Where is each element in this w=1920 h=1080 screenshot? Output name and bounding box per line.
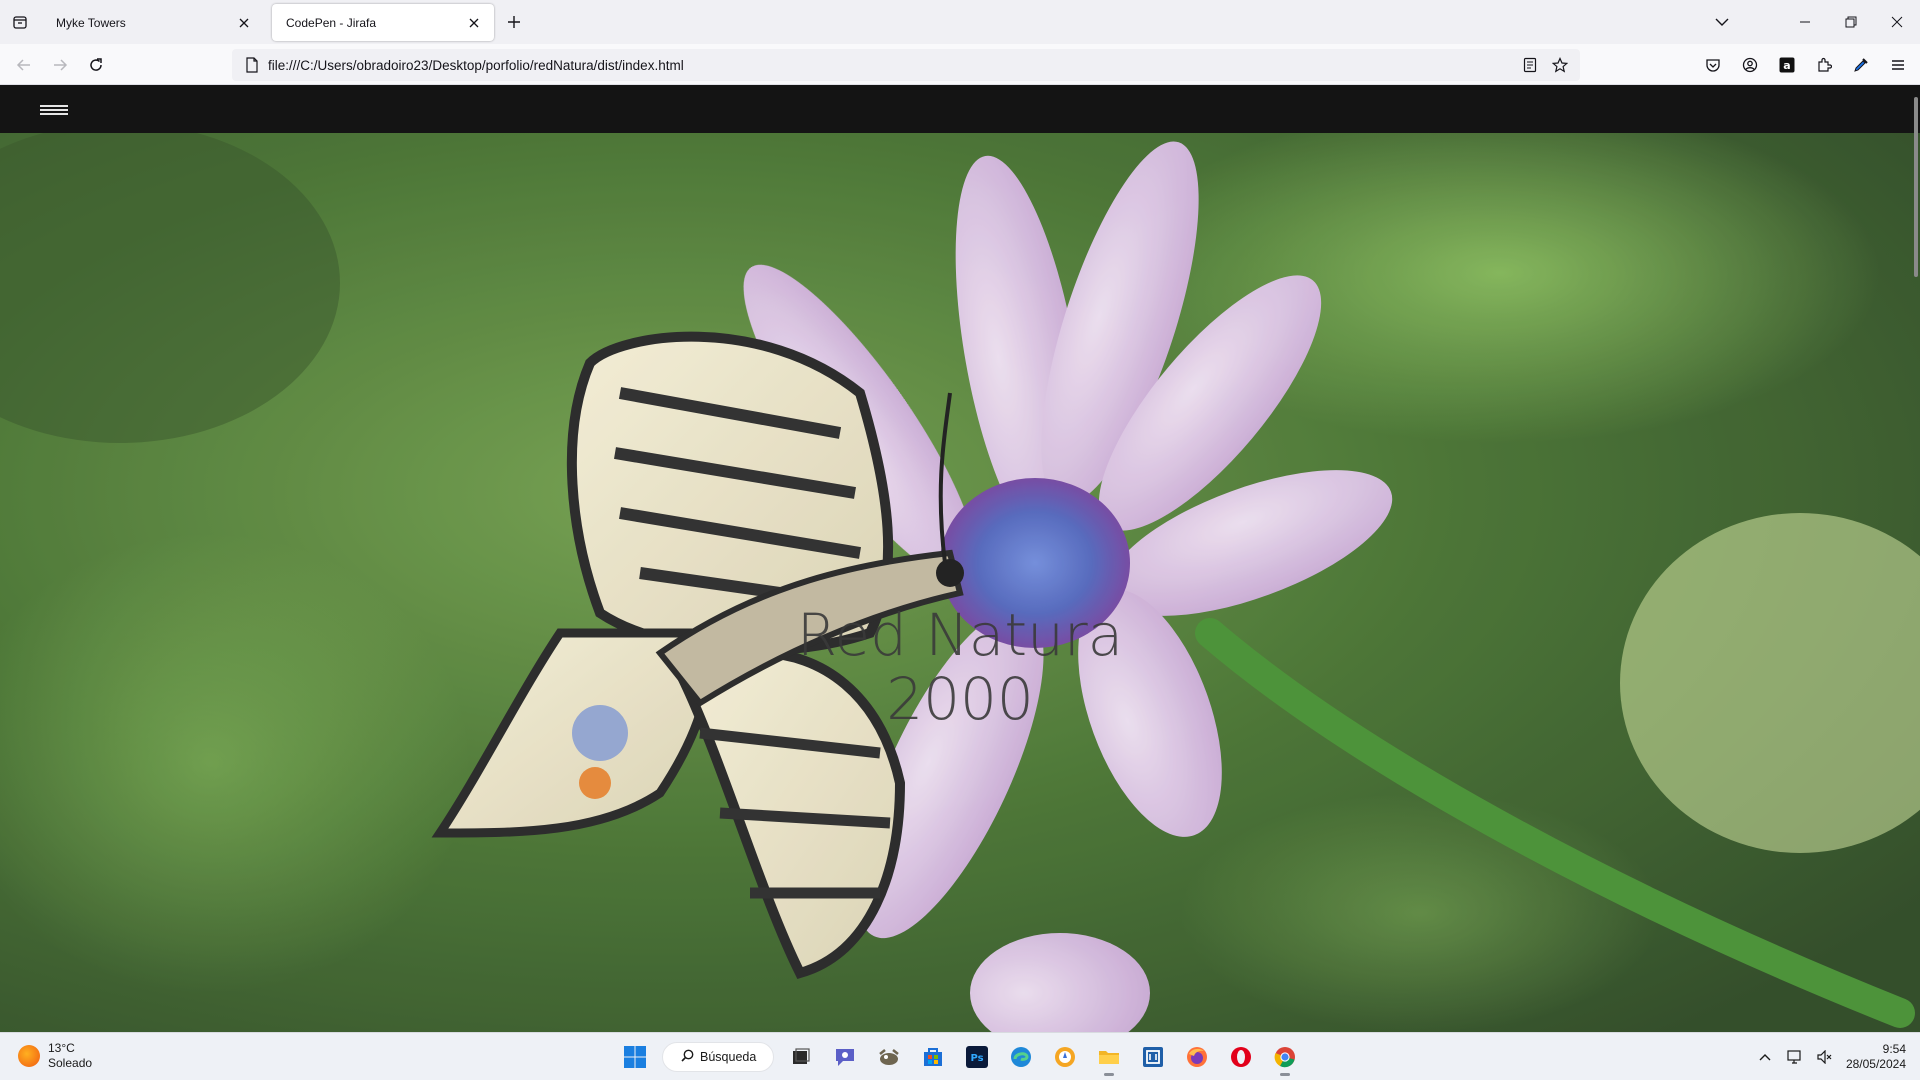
photoshop-icon[interactable]: Ps [960, 1040, 994, 1074]
app-icon[interactable] [1048, 1040, 1082, 1074]
window-controls [1782, 0, 1920, 44]
close-icon[interactable] [466, 15, 482, 31]
svg-text:a: a [1783, 59, 1790, 72]
task-view-icon[interactable] [784, 1040, 818, 1074]
menu-icon[interactable] [1879, 50, 1916, 80]
clock-date: 28/05/2024 [1845, 1057, 1906, 1071]
network-icon[interactable] [1786, 1048, 1804, 1066]
url-bar[interactable]: file:///C:/Users/obradoiro23/Desktop/por… [232, 49, 1580, 81]
back-icon[interactable] [10, 52, 38, 78]
chevron-up-icon[interactable] [1756, 1048, 1774, 1066]
tab-strip: Myke Towers CodePen - Jirafa [0, 0, 1920, 44]
amazon-icon[interactable]: a [1768, 50, 1805, 80]
tab-codepen-jirafa[interactable]: CodePen - Jirafa [272, 4, 494, 41]
weather-temperature: 13°C [48, 1041, 75, 1055]
minimize-icon[interactable] [1782, 0, 1828, 44]
account-icon[interactable] [1731, 50, 1768, 80]
url-text[interactable]: file:///C:/Users/obradoiro23/Desktop/por… [268, 58, 1518, 73]
taskbar-apps: Búsqueda Ps [618, 1039, 1302, 1076]
system-tray: 9:54 28/05/2024 [1756, 1039, 1906, 1075]
svg-text:Ps: Ps [970, 1053, 983, 1064]
close-icon[interactable] [236, 15, 252, 31]
page-scrollbar[interactable] [1914, 97, 1918, 277]
tab-overflow-icon[interactable] [1708, 10, 1736, 34]
taskbar: 13°C Soleado Búsqueda Ps 9:54 28/05/2024 [0, 1032, 1920, 1080]
tab-label: CodePen - Jirafa [286, 15, 377, 30]
eyedropper-icon[interactable] [1842, 50, 1879, 80]
code-editor-icon[interactable] [1136, 1040, 1170, 1074]
clock[interactable]: 9:54 28/05/2024 [1846, 1042, 1906, 1072]
store-icon[interactable] [916, 1040, 950, 1074]
restore-icon[interactable] [1828, 0, 1874, 44]
bookmark-star-icon[interactable] [1548, 53, 1572, 77]
web-page: Red Natura 2000 [0, 85, 1920, 1032]
forward-icon[interactable] [46, 52, 74, 78]
toolbar-buttons: a [1694, 50, 1916, 80]
gimp-icon[interactable] [872, 1040, 906, 1074]
sun-icon [18, 1045, 40, 1067]
opera-icon[interactable] [1224, 1040, 1258, 1074]
hero-title-line1: Red Natura [796, 601, 1124, 669]
hero-title-line2: 2000 [886, 665, 1034, 733]
reader-mode-icon[interactable] [1518, 53, 1542, 77]
edge-icon[interactable] [1004, 1040, 1038, 1074]
new-tab-icon[interactable] [502, 10, 526, 34]
window-close-icon[interactable] [1874, 0, 1920, 44]
taskbar-search[interactable]: Búsqueda [662, 1042, 774, 1072]
pocket-icon[interactable] [1694, 50, 1731, 80]
volume-muted-icon[interactable] [1816, 1048, 1834, 1066]
hero-title: Red Natura 2000 [0, 603, 1920, 731]
hero-background-image [0, 133, 1920, 1032]
firefox-icon[interactable] [1180, 1040, 1214, 1074]
teams-chat-icon[interactable] [828, 1040, 862, 1074]
file-explorer-icon[interactable] [1092, 1040, 1126, 1076]
chrome-icon[interactable] [1268, 1040, 1302, 1076]
extensions-icon[interactable] [1805, 50, 1842, 80]
navigation-toolbar: file:///C:/Users/obradoiro23/Desktop/por… [0, 44, 1920, 85]
hero-section: Red Natura 2000 [0, 133, 1920, 1032]
tab-myke-towers[interactable]: Myke Towers [42, 4, 264, 41]
search-icon [681, 1049, 694, 1065]
reload-icon[interactable] [82, 52, 110, 78]
tab-list-icon[interactable] [0, 0, 40, 44]
weather-condition: Soleado [48, 1056, 93, 1070]
windows-start-icon[interactable] [618, 1040, 652, 1074]
tab-label: Myke Towers [56, 15, 126, 30]
search-label: Búsqueda [700, 1050, 757, 1064]
clock-time: 9:54 [1882, 1042, 1906, 1056]
site-header [0, 85, 1920, 133]
weather-widget[interactable]: 13°C Soleado [18, 1041, 92, 1071]
hamburger-icon[interactable] [40, 105, 68, 115]
page-icon [236, 57, 268, 73]
